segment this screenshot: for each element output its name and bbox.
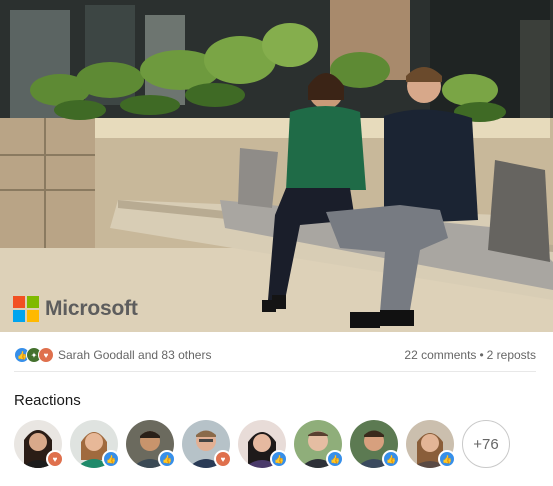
reactors-text[interactable]: Sarah Goodall and 83 others: [58, 348, 211, 362]
divider: [14, 371, 536, 372]
separator-dot: •: [479, 348, 484, 362]
like-icon: 👍: [326, 450, 344, 468]
engagement-counts: 22 comments • 2 reposts: [404, 348, 536, 362]
reactor-avatar[interactable]: ♥: [182, 420, 232, 468]
reactor-avatar[interactable]: 👍: [350, 420, 400, 468]
like-icon: 👍: [158, 450, 176, 468]
microsoft-wordmark: Microsoft: [45, 297, 138, 320]
love-icon: ♥: [46, 450, 64, 468]
microsoft-brand: Microsoft: [13, 296, 138, 322]
microsoft-logo-icon: [13, 296, 39, 322]
office-scene: [0, 0, 553, 332]
reactor-avatar[interactable]: 👍: [126, 420, 176, 468]
reposts-count-link[interactable]: 2 reposts: [487, 348, 536, 362]
reactor-avatar[interactable]: 👍: [238, 420, 288, 468]
reactor-avatar[interactable]: 👍: [294, 420, 344, 468]
reactor-avatar[interactable]: 👍: [70, 420, 120, 468]
reactor-avatar[interactable]: 👍: [406, 420, 456, 468]
love-icon: ♥: [214, 450, 232, 468]
social-counts-bar: 👍 ✦ ♥ Sarah Goodall and 83 others 22 com…: [14, 345, 536, 365]
reactions-heading: Reactions: [14, 392, 81, 409]
like-icon: 👍: [438, 450, 456, 468]
like-icon: 👍: [102, 450, 120, 468]
reactor-avatar[interactable]: ♥: [14, 420, 64, 468]
reactions-avatar-list: ♥ 👍 👍 ♥ 👍 👍 👍 👍 +76: [14, 420, 510, 468]
love-icon: ♥: [38, 347, 54, 363]
like-icon: 👍: [382, 450, 400, 468]
post-card: Microsoft 👍 ✦ ♥ Sarah Goodall and 83 oth…: [0, 0, 553, 486]
like-icon: 👍: [270, 450, 288, 468]
reaction-icons: 👍 ✦ ♥: [14, 347, 54, 363]
more-reactions-button[interactable]: +76: [462, 420, 510, 468]
post-photo[interactable]: Microsoft: [0, 0, 553, 332]
comments-count-link[interactable]: 22 comments: [404, 348, 476, 362]
reactions-summary[interactable]: 👍 ✦ ♥ Sarah Goodall and 83 others: [14, 347, 211, 363]
